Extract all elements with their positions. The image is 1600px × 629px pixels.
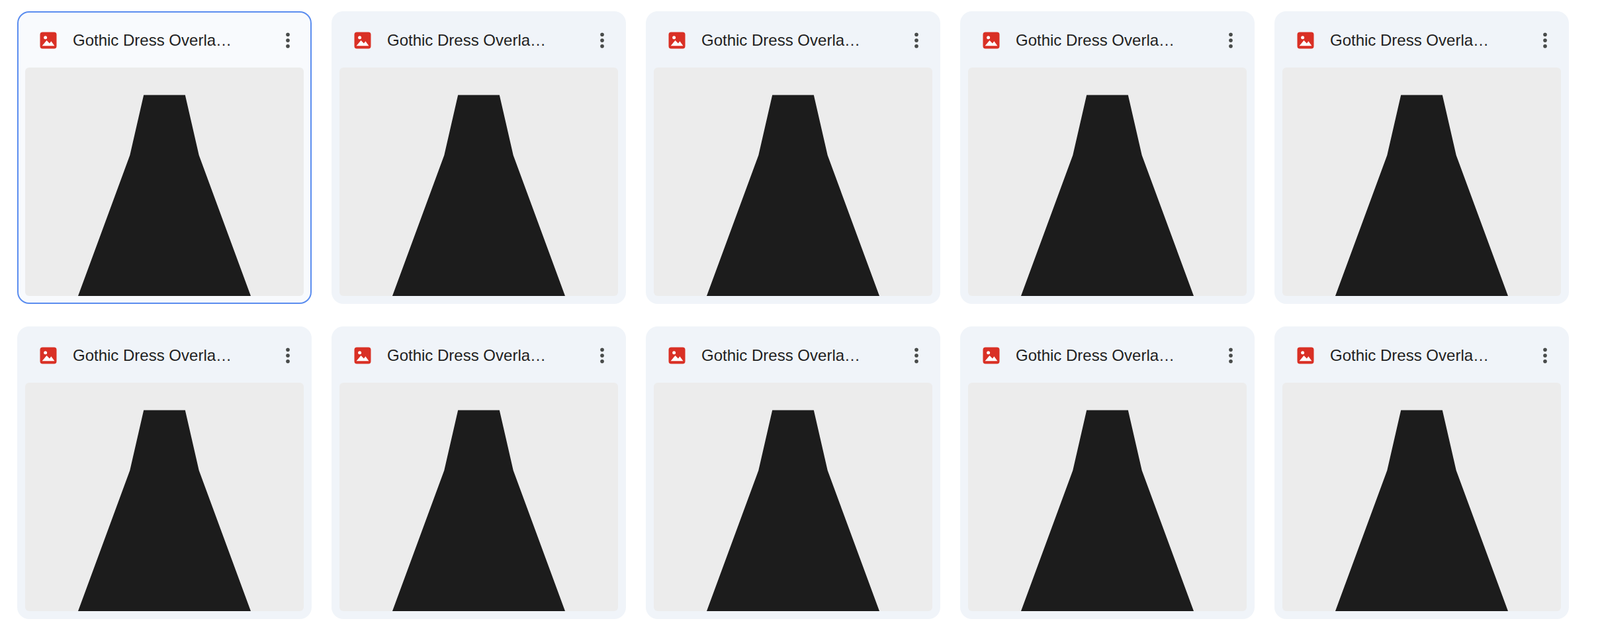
file-name: Gothic Dress Overla… — [387, 343, 575, 368]
file-grid: Gothic Dress Overla… Gothic Dress Overla…… — [17, 11, 1600, 619]
more-actions-button[interactable] — [274, 27, 302, 54]
more-vertical-icon — [277, 345, 298, 366]
file-card[interactable]: Gothic Dress Overla… — [1274, 11, 1569, 304]
file-card-header: Gothic Dress Overla… — [647, 327, 939, 383]
file-card[interactable]: Gothic Dress Overla… — [645, 11, 941, 304]
file-card[interactable]: Gothic Dress Overla… — [960, 11, 1255, 304]
image-file-icon — [1295, 345, 1316, 366]
thumbnail-image-block — [392, 409, 566, 611]
thumbnail-image-block — [1335, 94, 1509, 296]
file-thumbnail — [653, 382, 933, 611]
file-thumbnail — [968, 67, 1247, 296]
file-thumbnail — [968, 382, 1247, 611]
more-vertical-icon — [1220, 30, 1241, 51]
more-vertical-icon — [1220, 345, 1241, 366]
file-thumbnail — [339, 382, 619, 611]
file-name: Gothic Dress Overla… — [72, 343, 261, 368]
file-card[interactable]: Gothic Dress Overla… — [960, 326, 1255, 619]
more-vertical-icon — [592, 345, 613, 366]
more-actions-button[interactable] — [1531, 27, 1559, 54]
file-thumbnail — [653, 67, 933, 296]
image-file-icon — [38, 345, 59, 366]
thumbnail-image-block — [706, 94, 880, 296]
file-card[interactable]: Gothic Dress Overla… — [17, 326, 312, 619]
file-name: Gothic Dress Overla… — [387, 28, 575, 53]
image-file-icon — [352, 30, 373, 51]
file-card-header: Gothic Dress Overla… — [647, 12, 939, 68]
image-file-icon — [38, 30, 59, 51]
more-actions-button[interactable] — [903, 342, 930, 369]
file-name: Gothic Dress Overla… — [1330, 343, 1518, 368]
more-vertical-icon — [906, 30, 927, 51]
image-file-icon — [666, 345, 687, 366]
drive-file-grid-page: Gothic Dress Overla… Gothic Dress Overla…… — [0, 0, 1600, 629]
image-file-icon — [981, 30, 1002, 51]
file-name: Gothic Dress Overla… — [701, 28, 889, 53]
more-actions-button[interactable] — [588, 342, 616, 369]
more-vertical-icon — [277, 30, 298, 51]
more-actions-button[interactable] — [903, 27, 930, 54]
file-card-header: Gothic Dress Overla… — [332, 327, 625, 383]
file-thumbnail — [1282, 382, 1561, 611]
thumbnail-image-block — [78, 409, 251, 611]
file-card-header: Gothic Dress Overla… — [961, 12, 1254, 68]
file-card-header: Gothic Dress Overla… — [332, 12, 625, 68]
image-file-icon — [1295, 30, 1316, 51]
more-vertical-icon — [1535, 345, 1556, 366]
thumbnail-image-block — [1021, 94, 1194, 296]
file-name: Gothic Dress Overla… — [701, 343, 889, 368]
file-card[interactable]: Gothic Dress Overla… — [1274, 326, 1569, 619]
more-vertical-icon — [906, 345, 927, 366]
thumbnail-image-block — [392, 94, 566, 296]
more-actions-button[interactable] — [588, 27, 616, 54]
file-card[interactable]: Gothic Dress Overla… — [645, 326, 941, 619]
image-file-icon — [981, 345, 1002, 366]
image-file-icon — [352, 345, 373, 366]
thumbnail-image-block — [78, 94, 251, 296]
thumbnail-image-block — [1335, 409, 1509, 611]
file-card-header: Gothic Dress Overla… — [18, 327, 311, 383]
file-name: Gothic Dress Overla… — [72, 28, 261, 53]
thumbnail-image-block — [706, 409, 880, 611]
thumbnail-image-block — [1021, 409, 1194, 611]
more-actions-button[interactable] — [1531, 342, 1559, 369]
file-thumbnail — [339, 67, 619, 296]
file-card[interactable]: Gothic Dress Overla… — [17, 11, 312, 304]
file-name: Gothic Dress Overla… — [1015, 28, 1203, 53]
more-actions-button[interactable] — [1217, 342, 1245, 369]
file-card-header: Gothic Dress Overla… — [961, 327, 1254, 383]
file-card-header: Gothic Dress Overla… — [1275, 12, 1568, 68]
file-card[interactable]: Gothic Dress Overla… — [331, 11, 626, 304]
file-card-header: Gothic Dress Overla… — [1275, 327, 1568, 383]
file-thumbnail — [25, 382, 304, 611]
file-thumbnail — [25, 67, 304, 296]
more-vertical-icon — [1535, 30, 1556, 51]
file-card-header: Gothic Dress Overla… — [18, 12, 311, 68]
file-name: Gothic Dress Overla… — [1330, 28, 1518, 53]
more-actions-button[interactable] — [274, 342, 302, 369]
more-actions-button[interactable] — [1217, 27, 1245, 54]
file-card[interactable]: Gothic Dress Overla… — [331, 326, 626, 619]
file-thumbnail — [1282, 67, 1561, 296]
image-file-icon — [666, 30, 687, 51]
more-vertical-icon — [592, 30, 613, 51]
file-name: Gothic Dress Overla… — [1015, 343, 1203, 368]
